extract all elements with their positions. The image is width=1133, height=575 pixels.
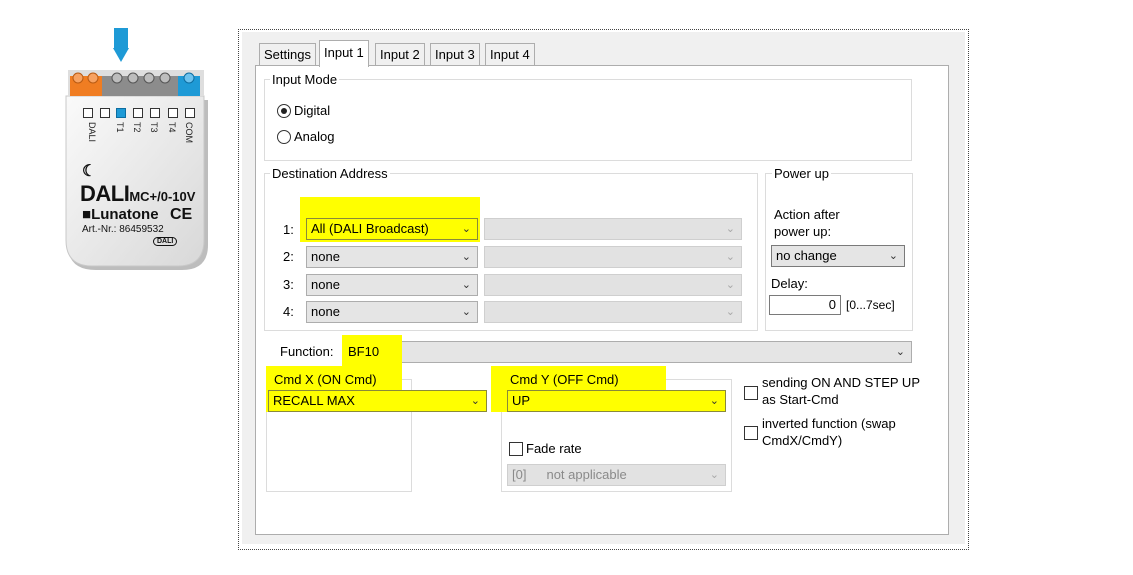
tab-input-3[interactable]: Input 3: [430, 43, 480, 66]
destination-3-sub-select[interactable]: ⌄: [484, 274, 742, 296]
destination-row-label-1: 1:: [283, 222, 294, 237]
destination-3-select[interactable]: none ⌄: [306, 274, 478, 296]
start-cmd-label-line2[interactable]: as Start-Cmd: [762, 392, 839, 407]
delay-label: Delay:: [771, 276, 808, 291]
analog-radio[interactable]: [277, 130, 291, 144]
dali-logo: DALI: [153, 237, 178, 246]
tab-input-4[interactable]: Input 4: [485, 43, 535, 66]
chevron-down-icon: ⌄: [709, 469, 719, 481]
input-mode-group: [264, 79, 912, 161]
power-up-action-select[interactable]: no change ⌄: [771, 245, 905, 267]
terminal-label-dali: DALI: [87, 122, 97, 143]
fade-rate-label[interactable]: Fade rate: [526, 441, 582, 456]
function-value: BF10: [342, 335, 402, 369]
destination-1-sub-select[interactable]: ⌄: [484, 218, 742, 240]
chevron-down-icon: ⌄: [461, 279, 471, 291]
device-brand: DALIMC+/0-10V: [80, 181, 196, 206]
chevron-down-icon: ⌄: [461, 251, 471, 263]
digital-radio[interactable]: [277, 104, 291, 118]
delay-range-label: [0...7sec]: [846, 298, 895, 312]
start-cmd-label-line1[interactable]: sending ON AND STEP UP: [762, 375, 920, 390]
destination-2-select[interactable]: none ⌄: [306, 246, 478, 268]
chevron-down-icon: ⌄: [461, 223, 471, 235]
cmd-y-select[interactable]: UP ⌄: [507, 390, 726, 412]
destination-row-label-2: 2:: [283, 249, 294, 264]
power-up-label: power up:: [774, 224, 832, 239]
chevron-down-icon: ⌄: [725, 279, 735, 291]
destination-4-select[interactable]: none ⌄: [306, 301, 478, 323]
chevron-down-icon: ⌄: [725, 306, 735, 318]
ce-mark: CE: [170, 206, 193, 223]
terminal-square: [150, 108, 160, 118]
start-cmd-checkbox[interactable]: [744, 386, 758, 400]
cmd-x-select[interactable]: RECALL MAX ⌄: [268, 390, 487, 412]
chevron-down-icon: ⌄: [461, 306, 471, 318]
delay-input[interactable]: 0: [769, 295, 841, 315]
tab-settings[interactable]: Settings: [259, 43, 316, 66]
terminal-label-com: COM: [184, 122, 194, 143]
terminal-label-t1: T1: [115, 122, 125, 133]
terminal-square: [133, 108, 143, 118]
power-symbol-icon: ☾: [82, 163, 97, 180]
function-label: Function:: [280, 344, 334, 359]
cmd-y-title: Cmd Y (OFF Cmd): [510, 372, 619, 387]
tab-input-2[interactable]: Input 2: [375, 43, 425, 66]
article-number: Art.-Nr.: 86459532: [82, 224, 164, 235]
terminal-square: [168, 108, 178, 118]
fade-rate-checkbox[interactable]: [509, 442, 523, 456]
fade-rate-select[interactable]: [0] not applicable ⌄: [507, 464, 726, 486]
function-select[interactable]: ⌄: [342, 341, 912, 363]
inverted-function-checkbox[interactable]: [744, 426, 758, 440]
input-mode-title: Input Mode: [270, 72, 340, 87]
indicator-arrow-icon: [113, 28, 129, 62]
destination-1-select[interactable]: All (DALI Broadcast) ⌄: [306, 218, 478, 240]
destination-row-label-4: 4:: [283, 304, 294, 319]
digital-label[interactable]: Digital: [294, 103, 330, 118]
tab-input-1[interactable]: Input 1: [319, 40, 369, 67]
chevron-down-icon: ⌄: [725, 223, 735, 235]
chevron-down-icon: ⌄: [470, 395, 480, 407]
analog-label[interactable]: Analog: [294, 129, 334, 144]
device-manufacturer: ■Lunatone: [82, 206, 159, 223]
terminal-square: [83, 108, 93, 118]
destination-4-sub-select[interactable]: ⌄: [484, 301, 742, 323]
inverted-function-label-line1[interactable]: inverted function (swap: [762, 416, 896, 431]
terminal-label-t3: T3: [149, 122, 159, 133]
terminal-label-t2: T2: [132, 122, 142, 133]
chevron-down-icon: ⌄: [895, 346, 905, 358]
inverted-function-label-line2[interactable]: CmdX/CmdY): [762, 433, 842, 448]
power-up-title: Power up: [772, 166, 831, 181]
terminal-label-t4: T4: [167, 122, 177, 133]
terminal-square: [185, 108, 195, 118]
chevron-down-icon: ⌄: [709, 395, 719, 407]
action-after-label: Action after: [774, 207, 840, 222]
terminal-square: [100, 108, 110, 118]
destination-row-label-3: 3:: [283, 277, 294, 292]
destination-address-title: Destination Address: [270, 166, 390, 181]
destination-2-sub-select[interactable]: ⌄: [484, 246, 742, 268]
chevron-down-icon: ⌄: [888, 250, 898, 262]
chevron-down-icon: ⌄: [725, 251, 735, 263]
terminal-square-active: [116, 108, 126, 118]
cmd-x-title: Cmd X (ON Cmd): [274, 372, 377, 387]
